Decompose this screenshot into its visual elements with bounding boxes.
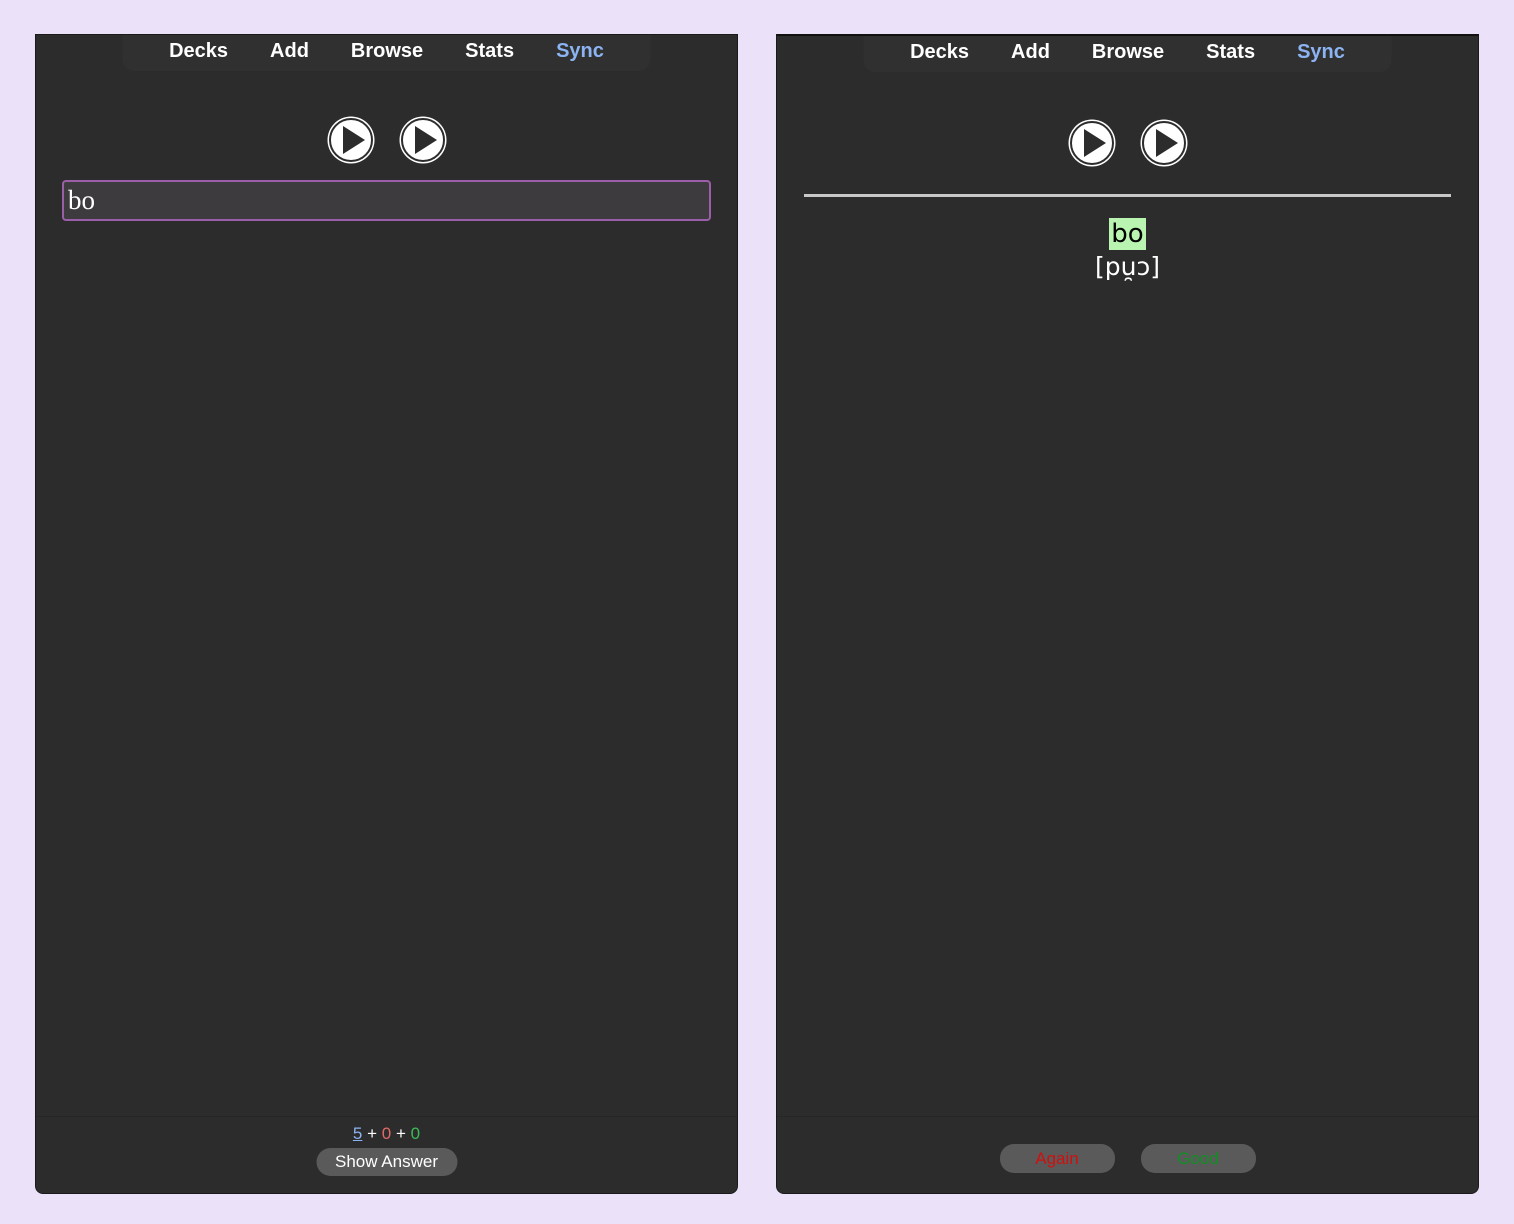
bottom-bar: 5 + 0 + 0 Show Answer bbox=[36, 1116, 737, 1193]
play-icon[interactable] bbox=[326, 115, 376, 165]
count-separator: + bbox=[395, 1124, 406, 1143]
nav-browse[interactable]: Browse bbox=[1071, 41, 1185, 64]
play-icon[interactable] bbox=[1067, 118, 1117, 168]
answer-content: bo [pu̯ɔ] bbox=[777, 218, 1478, 282]
nav-browse[interactable]: Browse bbox=[330, 40, 444, 63]
good-button[interactable]: Good bbox=[1140, 1144, 1256, 1173]
nav-sync[interactable]: Sync bbox=[1276, 41, 1366, 64]
count-review: 0 bbox=[410, 1124, 421, 1143]
bottom-bar: Again Good bbox=[777, 1116, 1478, 1193]
typed-answer-correct: bo bbox=[1109, 218, 1146, 250]
nav-decks[interactable]: Decks bbox=[889, 41, 990, 64]
show-answer-button[interactable]: Show Answer bbox=[316, 1148, 457, 1176]
audio-players bbox=[36, 115, 737, 165]
typein-answer-input[interactable] bbox=[62, 180, 711, 221]
nav-decks[interactable]: Decks bbox=[148, 40, 249, 63]
count-new[interactable]: 5 bbox=[353, 1124, 362, 1143]
question-window: Decks Add Browse Stats Sync 5 + 0 + 0 Sh… bbox=[35, 34, 738, 1194]
ease-buttons: Again Good bbox=[777, 1144, 1478, 1173]
nav-stats[interactable]: Stats bbox=[1185, 41, 1276, 64]
top-nav: Decks Add Browse Stats Sync bbox=[122, 35, 651, 71]
nav-add[interactable]: Add bbox=[249, 40, 330, 63]
play-icon[interactable] bbox=[398, 115, 448, 165]
nav-stats[interactable]: Stats bbox=[444, 40, 535, 63]
nav-add[interactable]: Add bbox=[990, 41, 1071, 64]
answer-window: Decks Add Browse Stats Sync bo [pu̯ɔ] Ag… bbox=[776, 34, 1479, 1194]
nav-sync[interactable]: Sync bbox=[535, 40, 625, 63]
top-nav: Decks Add Browse Stats Sync bbox=[863, 36, 1392, 72]
ipa-transcription: [pu̯ɔ] bbox=[1095, 252, 1160, 281]
card-counts: 5 + 0 + 0 bbox=[36, 1124, 737, 1144]
again-button[interactable]: Again bbox=[999, 1144, 1115, 1173]
count-learn: 0 bbox=[381, 1124, 392, 1143]
play-icon[interactable] bbox=[1139, 118, 1189, 168]
count-separator: + bbox=[367, 1124, 378, 1143]
answer-divider bbox=[804, 194, 1451, 197]
audio-players bbox=[777, 118, 1478, 168]
